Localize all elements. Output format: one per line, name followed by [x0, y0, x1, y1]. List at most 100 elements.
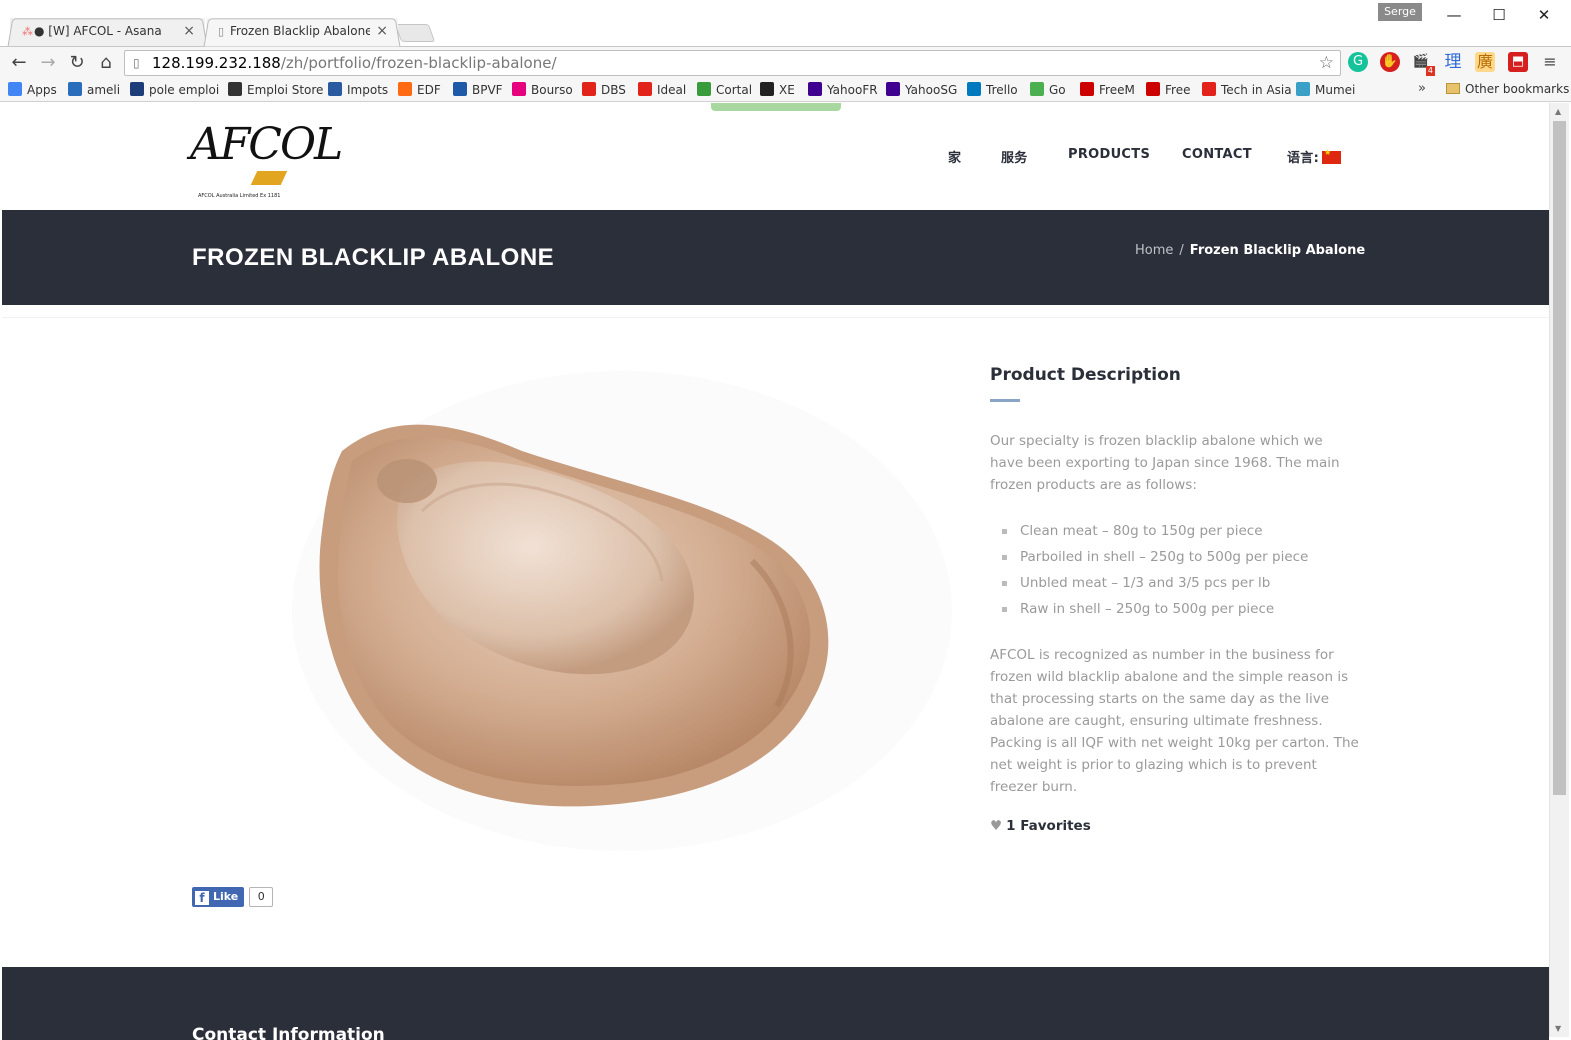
grammarly-extension-icon[interactable]: G	[1348, 52, 1368, 72]
bookmark-dbs[interactable]: DBS	[582, 82, 626, 97]
li-extension-icon[interactable]: 理	[1443, 52, 1463, 72]
bookmark-favicon-icon	[1296, 82, 1310, 96]
page-icon: ▯	[133, 56, 140, 70]
bookmark-favicon-icon	[1030, 82, 1044, 96]
bookmark-yahoofr[interactable]: YahooFR	[808, 82, 878, 97]
bookmark-label: DBS	[601, 83, 626, 97]
product-list: Clean meat – 80g to 150g per piece Parbo…	[990, 518, 1360, 622]
back-arrow-icon[interactable]: ←	[7, 51, 31, 75]
close-window-button[interactable]: ✕	[1521, 0, 1567, 30]
bookmark-label: pole emploi	[149, 83, 220, 97]
language-label: 语言:	[1287, 151, 1320, 166]
nav-services[interactable]: 服务	[1001, 147, 1028, 166]
afcol-logo[interactable]: AFCOL AFCOL Australia Limited Ex 1181	[190, 119, 343, 205]
notification-tab	[711, 103, 841, 111]
tab-asana[interactable]: ⁂ ● [W] AFCOL - Asana ×	[7, 18, 208, 47]
product-description-heading: Product Description	[990, 365, 1181, 385]
bookmarks-overflow-button[interactable]: »	[1418, 81, 1426, 96]
nav-language[interactable]: 语言:	[1287, 147, 1342, 166]
bookmark-pole-emploi[interactable]: pole emploi	[130, 82, 219, 97]
bookmark-tech-in-asia[interactable]: Tech in Asia	[1202, 82, 1292, 97]
nav-home[interactable]: 家	[948, 147, 961, 166]
vertical-scrollbar[interactable]: ▲ ▼	[1549, 103, 1569, 1037]
logo-wordmark: AFCOL	[190, 119, 343, 170]
bookmark-cortal[interactable]: Cortal	[697, 82, 752, 97]
bookmark-emploi-store[interactable]: Emploi Store	[228, 82, 323, 97]
close-icon[interactable]: ×	[376, 23, 388, 39]
bookmark-edf[interactable]: EDF	[398, 82, 441, 97]
tab-strip: ⁂ ● [W] AFCOL - Asana × ▯ Frozen Blackli…	[0, 0, 1571, 47]
bookmark-free[interactable]: Free	[1146, 82, 1190, 97]
bookmark-favicon-icon	[697, 82, 711, 96]
bookmark-label: FreeM	[1099, 83, 1135, 97]
star-icon[interactable]: ☆	[1319, 51, 1334, 75]
other-bookmarks-folder[interactable]: Other bookmarks	[1446, 82, 1569, 96]
bookmark-impots[interactable]: Impots	[328, 82, 388, 97]
bookmark-label: EDF	[417, 83, 441, 97]
facebook-icon: f	[195, 891, 209, 905]
bookmark-label: Free	[1165, 83, 1191, 97]
bookmark-favicon-icon	[638, 82, 652, 96]
bookmark-favicon-icon	[808, 82, 822, 96]
adblock-extension-icon[interactable]: ✋	[1380, 52, 1400, 72]
breadcrumb-home[interactable]: Home	[1135, 243, 1173, 258]
new-tab-button[interactable]	[394, 24, 436, 42]
profile-button[interactable]: Serge	[1378, 3, 1422, 21]
home-icon[interactable]: ⌂	[94, 51, 118, 75]
url-host: 128.199.232.188	[152, 54, 281, 72]
nav-products[interactable]: PRODUCTS	[1068, 147, 1150, 162]
logo-tagline: AFCOL Australia Limited Ex 1181	[198, 193, 281, 199]
tab-title: Frozen Blacklip Abalone | A	[230, 24, 370, 38]
divider	[2, 317, 1549, 318]
bookmark-label: ameli	[87, 83, 121, 97]
bookmark-label: Cortal	[716, 83, 753, 97]
bookmark-mumei[interactable]: Mumei	[1296, 82, 1355, 97]
page-icon: ▯	[218, 25, 225, 38]
bookmark-ameli[interactable]: ameli	[68, 82, 120, 97]
extension-badge: 4	[1425, 66, 1435, 76]
clapperboard-extension-icon[interactable]: 🎬 4	[1411, 52, 1435, 76]
pdf-extension-icon[interactable]: ⬒	[1508, 52, 1528, 72]
bookmark-favicon-icon	[8, 82, 22, 96]
bookmark-yahoosg[interactable]: YahooSG	[886, 82, 957, 97]
minimize-button[interactable]: —	[1431, 0, 1477, 30]
tab-frozen-blacklip-abalone[interactable]: ▯ Frozen Blacklip Abalone | A ×	[203, 18, 401, 47]
bookmark-trello[interactable]: Trello	[967, 82, 1018, 97]
like-label: Like	[213, 890, 239, 903]
bookmark-go[interactable]: Go	[1030, 82, 1066, 97]
bookmark-favicon-icon	[1146, 82, 1160, 96]
bookmark-freem[interactable]: FreeM	[1080, 82, 1135, 97]
breadcrumb: Home / Frozen Blacklip Abalone	[1135, 243, 1365, 258]
forward-arrow-icon[interactable]: →	[36, 51, 60, 75]
menu-icon[interactable]: ≡	[1540, 52, 1560, 72]
other-bookmarks-label: Other bookmarks	[1465, 82, 1570, 96]
bookmark-label: Bourso	[531, 83, 573, 97]
guang-extension-icon[interactable]: 廣	[1475, 52, 1495, 72]
maximize-button[interactable]: ☐	[1476, 0, 1522, 30]
facebook-like-button[interactable]: f Like	[192, 887, 245, 907]
close-icon[interactable]: ×	[183, 23, 195, 39]
bookmark-label: Mumei	[1315, 83, 1356, 97]
bookmark-apps[interactable]: Apps	[8, 82, 57, 97]
product-intro: Our specialty is frozen blacklip abalone…	[990, 433, 1340, 493]
bookmark-xe[interactable]: XE	[760, 82, 795, 97]
scrollbar-thumb[interactable]	[1553, 121, 1566, 795]
bookmark-bpvf[interactable]: BPVF	[453, 82, 503, 97]
heading-underline	[990, 399, 1020, 402]
scroll-up-arrow-icon[interactable]: ▲	[1555, 107, 1561, 116]
bookmark-bourso[interactable]: Bourso	[512, 82, 573, 97]
list-item: Parboiled in shell – 250g to 500g per pi…	[1002, 544, 1360, 570]
footer-heading: Contact Information	[192, 1025, 385, 1040]
list-item: Raw in shell – 250g to 500g per piece	[1002, 596, 1360, 622]
scroll-down-arrow-icon[interactable]: ▼	[1555, 1024, 1561, 1033]
nav-contact[interactable]: CONTACT	[1182, 147, 1252, 162]
address-bar[interactable]: ▯ 128.199.232.188/zh/portfolio/frozen-bl…	[124, 50, 1341, 76]
bookmark-label: BPVF	[472, 83, 503, 97]
reload-icon[interactable]: ↻	[65, 51, 89, 75]
facebook-like-widget: f Like 0	[192, 887, 274, 907]
bookmark-ideal[interactable]: Ideal	[638, 82, 686, 97]
bookmark-favicon-icon	[398, 82, 412, 96]
favorites-button[interactable]: ♥ 1 Favorites	[990, 818, 1360, 834]
heart-icon: ♥	[990, 818, 1003, 834]
site-footer: Contact Information	[2, 967, 1549, 1040]
